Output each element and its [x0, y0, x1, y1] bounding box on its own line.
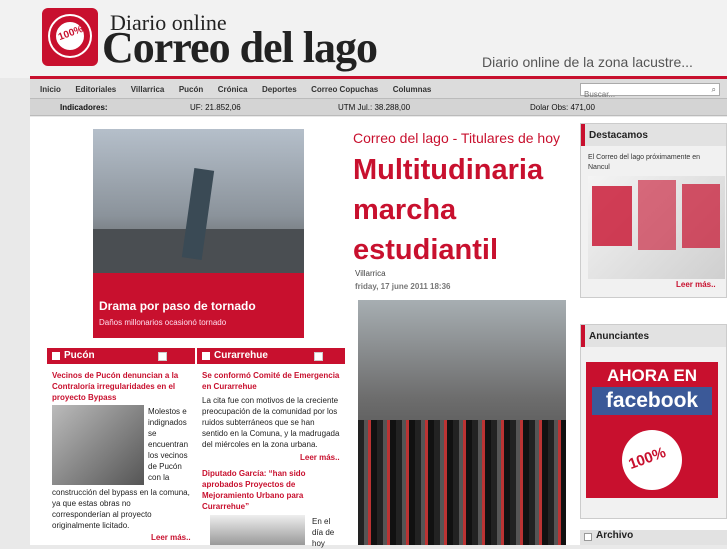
- destacamos-title: Destacamos: [581, 124, 726, 146]
- pucon-story-body: construcción del bypass en la comuna, ya …: [52, 488, 190, 530]
- destacamos-text[interactable]: El Correo del lago próximamente en Nancu…: [588, 153, 723, 173]
- featured-story[interactable]: Drama por paso de tornado Daños millonar…: [93, 129, 304, 338]
- section-bullet-icon: [52, 352, 60, 360]
- pucon-read-more-link[interactable]: Leer más..: [151, 533, 191, 542]
- nav-item-pucon[interactable]: Pucón: [179, 85, 203, 94]
- headline-place: Villarrica: [355, 269, 386, 278]
- anunciantes-title: Anunciantes: [581, 325, 726, 347]
- facebook-ad-banner[interactable]: AHORA EN facebook 100%: [586, 362, 718, 498]
- pucon-story-body-side: Molestos e indignados se encuentran los veci…: [148, 407, 189, 482]
- indicator-utm: UTM Jul.: 38.288,00: [338, 103, 411, 112]
- curarrehue-story2-photo[interactable]: [210, 515, 305, 545]
- curarrehue-story1-body: La cita fue con motivos de la creciente p…: [202, 396, 340, 449]
- featured-subtitle: Daños millonarios ocasionó tornado: [99, 318, 227, 327]
- headline-title[interactable]: Multitudinaria marcha estudiantil: [353, 150, 563, 270]
- pucon-story-photo[interactable]: [52, 405, 144, 485]
- site-tagline: Diario online de la zona lacustre...: [482, 54, 693, 70]
- featured-photo[interactable]: [93, 129, 304, 273]
- section-label-curarrehue[interactable]: Curarrehue: [214, 350, 268, 361]
- nav-item-cronica[interactable]: Crónica: [218, 85, 248, 94]
- archivo-title[interactable]: Archivo: [596, 530, 633, 541]
- site-header: 100% Diario online Correo del lago Diari…: [0, 0, 727, 78]
- section-header-curarrehue[interactable]: Curarrehue: [197, 348, 345, 364]
- section-bullet-icon: [202, 352, 210, 360]
- nav-item-editoriales[interactable]: Editoriales: [75, 85, 116, 94]
- pucon-story-title[interactable]: Vecinos de Pucón denuncian a la Contralo…: [52, 370, 192, 403]
- featured-title[interactable]: Drama por paso de tornado: [99, 299, 256, 313]
- search-box: ⌕: [580, 83, 720, 100]
- ad-badge-icon: 100%: [622, 430, 682, 490]
- section-toggle-icon[interactable]: [158, 352, 167, 361]
- destacamos-read-more-link[interactable]: Leer más..: [676, 280, 716, 289]
- destacamos-newspaper-image[interactable]: [588, 176, 725, 279]
- nav-item-correo-copuchas[interactable]: Correo Copuchas: [311, 85, 378, 94]
- indicators-label: Indicadores:: [60, 103, 108, 112]
- headline-photo[interactable]: [358, 300, 566, 545]
- indicator-dolar: Dolar Obs: 471,00: [530, 103, 595, 112]
- archivo-toggle-icon[interactable]: [584, 533, 592, 541]
- logo-title[interactable]: Correo del lago: [102, 22, 378, 73]
- curarrehue-story2-body: En el día de hoy: [312, 517, 335, 548]
- ad-badge-text: 100%: [626, 443, 669, 474]
- nav-item-inicio[interactable]: Inicio: [40, 85, 61, 94]
- nav-item-villarrica[interactable]: Villarrica: [131, 85, 165, 94]
- archivo-header[interactable]: Archivo: [580, 530, 727, 545]
- headline-date: friday, 17 june 2011 18:36: [355, 282, 451, 291]
- ad-line1: AHORA EN: [606, 366, 698, 385]
- nav-item-deportes[interactable]: Deportes: [262, 85, 297, 94]
- facebook-icon: facebook: [592, 387, 712, 415]
- logo-badge-icon[interactable]: 100%: [42, 8, 98, 66]
- section-label-pucon[interactable]: Pucón: [64, 350, 95, 361]
- section-toggle-icon[interactable]: [314, 352, 323, 361]
- search-icon[interactable]: ⌕: [712, 85, 716, 95]
- nav-item-columnas[interactable]: Columnas: [393, 85, 432, 94]
- indicators-bar: Indicadores: UF: 21.852,06 UTM Jul.: 38.…: [30, 99, 727, 116]
- indicator-uf: UF: 21.852,06: [190, 103, 241, 112]
- curarrehue-story1-title[interactable]: Se conformó Comité de Emergencia en Cura…: [202, 370, 342, 392]
- curarrehue-read-more-link[interactable]: Leer más..: [300, 453, 340, 462]
- headline-kicker: Correo del lago - Titulares de hoy: [353, 130, 560, 146]
- curarrehue-story2-title[interactable]: Diputado García: “han sido aprobados Pro…: [202, 468, 342, 512]
- section-header-pucon[interactable]: Pucón: [47, 348, 195, 364]
